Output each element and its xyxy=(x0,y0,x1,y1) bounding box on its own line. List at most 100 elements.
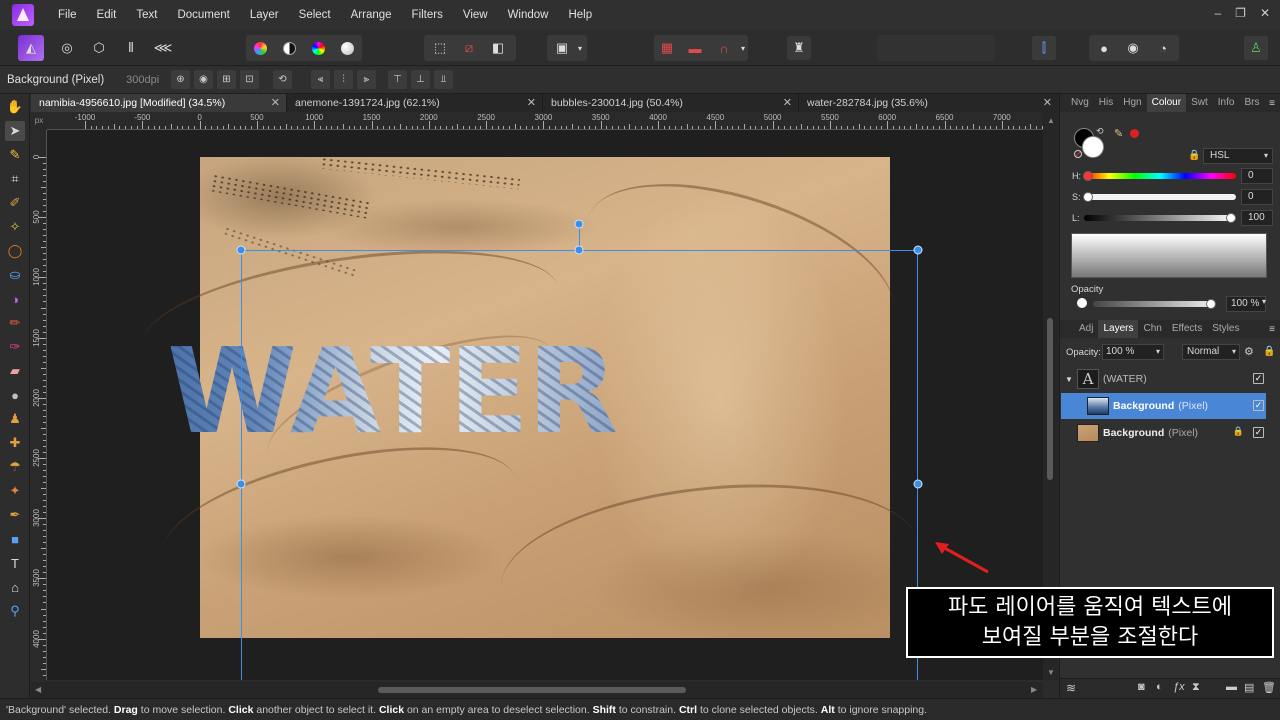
invert-selection-icon[interactable]: ◧ xyxy=(486,36,510,60)
rotate-reset-icon[interactable]: ⟲ xyxy=(273,70,292,89)
restore-button[interactable]: ❐ xyxy=(1235,6,1246,20)
zoom-tool-icon[interactable]: ⚲ xyxy=(5,601,25,621)
horizontal-scroll-thumb[interactable] xyxy=(378,687,686,693)
resize-handle-top-left[interactable] xyxy=(236,245,246,255)
eyedropper-icon[interactable]: ✎ xyxy=(1114,127,1123,140)
text-tool-icon[interactable]: T xyxy=(5,553,25,573)
expand-arrow-icon[interactable]: ▼ xyxy=(1065,375,1077,384)
align-icon[interactable]: ⫿ xyxy=(1032,36,1056,60)
trash-icon[interactable]: 🗑 xyxy=(1262,681,1276,694)
tab-water[interactable]: water-282784.jpg (35.6%) ✕ xyxy=(799,94,1058,112)
tab-colour[interactable]: Colour xyxy=(1146,94,1187,112)
minimize-button[interactable]: – xyxy=(1214,6,1221,20)
tab-histogram[interactable]: Hgn xyxy=(1118,94,1146,112)
align-right-icon[interactable]: ⫸ xyxy=(357,70,376,89)
layer-row-background-desert[interactable]: Background (Pixel) 🔒 ✓ xyxy=(1061,420,1266,446)
resize-handle-top-right[interactable] xyxy=(913,245,923,255)
rotate-handle[interactable] xyxy=(574,219,584,229)
lock-icon[interactable]: 🔒 xyxy=(1188,150,1200,161)
selection-brush-tool-icon[interactable]: ✐ xyxy=(5,193,25,213)
lock-icon[interactable]: 🔒 xyxy=(1233,426,1244,437)
layers-stack-icon[interactable]: ≋ xyxy=(1066,681,1076,695)
blend-mode-select[interactable]: Normal ▾ xyxy=(1182,344,1240,360)
colour-opacity-value[interactable]: 100 % xyxy=(1226,296,1266,312)
dodge-tool-icon[interactable]: ● xyxy=(5,385,25,405)
saturation-slider[interactable] xyxy=(1084,194,1236,200)
swap-colours-icon[interactable]: ⟲ xyxy=(1096,126,1104,137)
marquee-tool-icon[interactable]: ◯ xyxy=(5,241,25,261)
flood-fill-tool-icon[interactable]: ⛀ xyxy=(5,265,25,285)
layer-visibility-checkbox[interactable]: ✓ xyxy=(1253,373,1264,384)
opacity-slider[interactable] xyxy=(1093,301,1213,307)
mesh-warp-tool-icon[interactable]: ⌂ xyxy=(5,577,25,597)
close-tab-icon[interactable]: ✕ xyxy=(783,94,792,112)
deselect-icon[interactable]: ⧄ xyxy=(457,36,481,60)
black-white-icon[interactable] xyxy=(277,36,301,60)
panel-menu-icon[interactable]: ≡ xyxy=(1269,98,1275,109)
snap-options-chevron-icon[interactable]: ▾ xyxy=(736,36,750,60)
hue-slider[interactable] xyxy=(1084,173,1236,179)
tab-brushes[interactable]: Brs xyxy=(1239,94,1264,112)
hand-tool-icon[interactable]: ✋ xyxy=(5,97,25,117)
menu-window[interactable]: Window xyxy=(498,9,559,21)
saturation-knob[interactable] xyxy=(1083,192,1093,202)
saturation-value[interactable]: 0 xyxy=(1241,189,1273,205)
gear-icon[interactable]: ⚙ xyxy=(1244,345,1254,358)
align-bottom-icon[interactable]: ⫫ xyxy=(434,70,453,89)
menu-select[interactable]: Select xyxy=(289,9,341,21)
close-tab-icon[interactable]: ✕ xyxy=(527,94,536,112)
export-persona-icon[interactable]: ⋘ xyxy=(151,36,175,60)
tab-effects[interactable]: Effects xyxy=(1167,320,1207,338)
rectangle-tool-icon[interactable]: ■ xyxy=(5,529,25,549)
layer-row-water[interactable]: ▼ A (WATER) ✓ xyxy=(1061,366,1266,392)
selection-bounding-box[interactable] xyxy=(241,250,918,680)
align-left-icon[interactable]: ⫷ xyxy=(311,70,330,89)
menu-edit[interactable]: Edit xyxy=(87,9,127,21)
menu-help[interactable]: Help xyxy=(558,9,602,21)
snapping-toggle-icon[interactable]: ▬ xyxy=(683,36,707,60)
menu-view[interactable]: View xyxy=(453,9,498,21)
hue-knob[interactable] xyxy=(1083,171,1093,181)
snap-bounding-icon[interactable]: ⊞ xyxy=(217,70,236,89)
colour-replacement-tool-icon[interactable]: ✑ xyxy=(5,337,25,357)
lightness-slider[interactable] xyxy=(1084,215,1236,221)
scroll-up-icon[interactable]: ▲ xyxy=(1047,116,1055,125)
mask-layer-icon[interactable]: ◙ xyxy=(1138,681,1145,693)
scroll-down-icon[interactable]: ▼ xyxy=(1047,668,1055,677)
layer-visibility-checkbox[interactable]: ✓ xyxy=(1253,427,1264,438)
close-tab-icon[interactable]: ✕ xyxy=(1043,94,1052,112)
close-tab-icon[interactable]: ✕ xyxy=(271,94,280,112)
add-shape-icon[interactable]: ● xyxy=(1092,36,1116,60)
intersect-shape-icon[interactable]: ◔ xyxy=(1151,36,1175,60)
menu-arrange[interactable]: Arrange xyxy=(341,9,402,21)
user-account-icon[interactable]: ♙ xyxy=(1244,36,1268,60)
transform-origin-icon[interactable]: ⊕ xyxy=(171,70,190,89)
picked-colour-swatch[interactable] xyxy=(1130,129,1139,138)
layer-opacity-field[interactable]: 100 % ▾ xyxy=(1102,344,1164,360)
vertical-scroll-thumb[interactable] xyxy=(1047,318,1053,480)
tab-adjustments[interactable]: Adj xyxy=(1074,320,1098,338)
menu-document[interactable]: Document xyxy=(167,9,239,21)
align-middle-icon[interactable]: ⊥ xyxy=(411,70,430,89)
menu-file[interactable]: File xyxy=(48,9,87,21)
chevron-down-icon[interactable]: ▾ xyxy=(573,36,587,60)
affinity-photo-logo-icon[interactable] xyxy=(12,4,34,26)
photo-persona-icon[interactable]: ◭ xyxy=(18,35,44,61)
tab-navigator[interactable]: Nvg xyxy=(1066,94,1094,112)
select-all-icon[interactable]: ⬚ xyxy=(428,36,452,60)
scroll-left-icon[interactable]: ◀ xyxy=(35,685,41,694)
show-handles-icon[interactable]: ◉ xyxy=(194,70,213,89)
tab-namibia[interactable]: namibia-4956610.jpg [Modified] (34.5%) ✕ xyxy=(31,94,287,112)
add-layer-icon[interactable]: ▤ xyxy=(1244,681,1254,694)
align-center-icon[interactable]: ⫶ xyxy=(334,70,353,89)
chevron-down-icon[interactable]: ▾ xyxy=(1262,297,1266,306)
move-tool-icon[interactable]: ➤ xyxy=(5,121,25,141)
red-eye-tool-icon[interactable]: ✦ xyxy=(5,481,25,501)
menu-layer[interactable]: Layer xyxy=(240,9,289,21)
align-top-icon[interactable]: ⊤ xyxy=(388,70,407,89)
tone-mapping-persona-icon[interactable]: ⫴ xyxy=(119,36,143,60)
grid-icon[interactable]: ▦ xyxy=(655,36,679,60)
resize-handle-right[interactable] xyxy=(913,479,923,489)
levels-icon[interactable] xyxy=(248,36,272,60)
no-colour-icon[interactable] xyxy=(1074,150,1082,158)
